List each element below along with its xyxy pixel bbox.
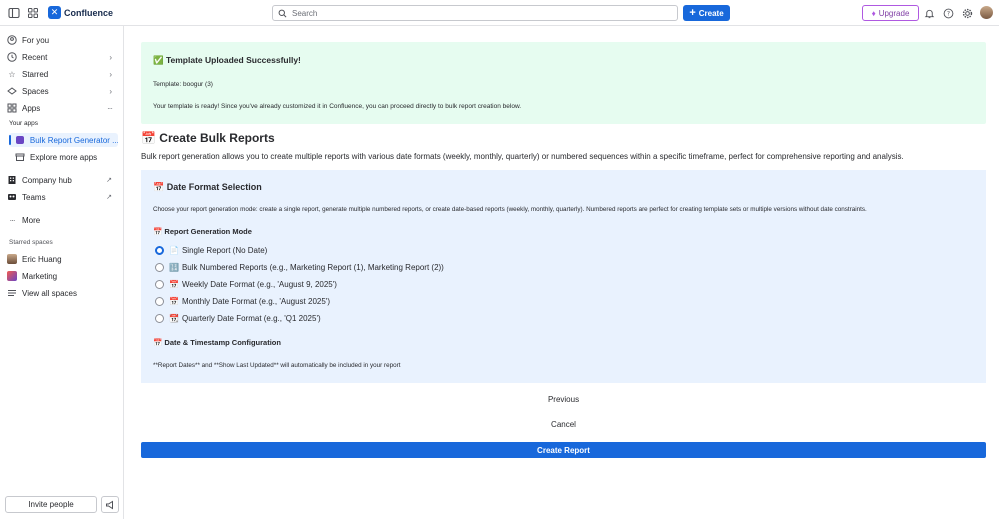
create-bulk-reports-description: Bulk report generation allows you to cre… [141,152,904,161]
app-switcher-icon[interactable] [26,6,40,20]
external-link-icon: ↗ [106,177,112,184]
sidebar-item-explore-apps[interactable]: Explore more apps [15,150,118,164]
success-message: Your template is ready! Since you've alr… [153,103,522,110]
teams-icon [7,192,17,202]
starred-spaces-heading: Starred spaces [9,239,53,246]
sidebar-toggle-icon[interactable] [7,6,21,20]
more-options-icon[interactable]: ··· [107,104,113,113]
external-link-icon: ↗ [106,194,112,201]
radio-button[interactable] [155,297,164,306]
settings-gear-icon[interactable] [960,6,974,20]
date-format-heading: 📅 Date Format Selection [153,182,262,192]
sidebar: For you Recent › ☆ Starred › Spaces › Ap… [0,26,124,519]
previous-button[interactable]: Previous [141,395,986,404]
person-circle-icon [7,35,17,45]
success-title: ✅ Template Uploaded Successfully! [153,55,301,65]
search-icon [278,9,287,17]
radio-button[interactable] [155,246,164,255]
mode-option-weekly[interactable]: 📅 Weekly Date Format (e.g., 'August 9, 2… [155,280,337,289]
sidebar-space-eric-huang[interactable]: Eric Huang [7,252,118,266]
mode-option-single-report[interactable]: 📄 Single Report (No Date) [155,246,267,255]
date-timestamp-heading: 📅 Date & Timestamp Configuration [153,338,281,347]
search-box[interactable] [272,5,678,21]
more-dots-icon: ··· [9,215,16,225]
plus-icon: + [689,6,696,19]
invite-people-button[interactable]: Invite people [5,496,97,513]
sidebar-item-recent[interactable]: Recent › [7,50,118,64]
sidebar-item-view-all-spaces[interactable]: View all spaces [7,286,118,300]
date-format-description: Choose your report generation mode: crea… [153,206,867,213]
report-generation-mode-heading: 📅 Report Generation Mode [153,227,252,236]
create-report-button[interactable]: Create Report [141,442,986,458]
template-upload-success-banner: ✅ Template Uploaded Successfully! Templa… [141,42,986,124]
help-icon[interactable]: ? [941,6,955,20]
apps-grid-icon [7,103,17,113]
cancel-button[interactable]: Cancel [141,420,986,429]
app-name[interactable]: Confluence [64,8,113,18]
sidebar-item-starred[interactable]: ☆ Starred › [7,67,118,81]
notifications-bell-icon[interactable] [922,6,936,20]
sidebar-item-spaces[interactable]: Spaces › [7,84,118,98]
list-icon [7,288,17,298]
sidebar-item-more[interactable]: ··· More [7,213,118,227]
radio-button[interactable] [155,314,164,323]
svg-text:?: ? [946,10,949,17]
search-input[interactable] [292,8,652,18]
chevron-right-icon[interactable]: › [109,70,112,79]
sidebar-item-apps[interactable]: Apps ··· [7,101,118,115]
mode-option-monthly[interactable]: 📅 Monthly Date Format (e.g., 'August 202… [155,297,330,306]
radio-button[interactable] [155,280,164,289]
template-name: Template: boogur (3) [153,81,213,88]
confluence-logo-icon[interactable]: ✕ [48,6,61,19]
sidebar-item-bulk-report-generator[interactable]: Bulk Report Generator ... [9,133,118,147]
top-navigation-bar: ✕ Confluence + Create ♦ Upgrade ? [0,0,999,26]
your-apps-heading: Your apps [9,120,39,127]
upgrade-button[interactable]: ♦ Upgrade [862,5,919,21]
marketing-space-icon [7,271,17,281]
mode-option-quarterly[interactable]: 📆 Quarterly Date Format (e.g., 'Q1 2025'… [155,314,321,323]
radio-button[interactable] [155,263,164,272]
chevron-right-icon[interactable]: › [109,87,112,96]
clock-icon [7,52,17,62]
star-icon: ☆ [8,69,16,79]
app-icon [15,135,25,145]
gem-icon: ♦ [871,8,876,18]
feedback-megaphone-icon[interactable] [101,496,119,513]
building-icon [7,175,17,185]
create-button[interactable]: + Create [683,5,730,21]
sidebar-item-teams[interactable]: Teams ↗ [7,190,118,204]
mode-option-bulk-numbered[interactable]: 🔢 Bulk Numbered Reports (e.g., Marketing… [155,263,444,272]
date-timestamp-description: **Report Dates** and **Show Last Updated… [153,362,401,369]
store-icon [15,152,25,162]
user-avatar[interactable] [980,6,993,19]
sidebar-space-marketing[interactable]: Marketing [7,269,118,283]
chevron-right-icon[interactable]: › [109,53,112,62]
date-format-selection-panel: 📅 Date Format Selection Choose your repo… [141,170,986,383]
sidebar-item-for-you[interactable]: For you [7,33,118,47]
eric-huang-avatar [7,254,17,264]
sidebar-item-company-hub[interactable]: Company hub ↗ [7,173,118,187]
create-bulk-reports-heading: 📅 Create Bulk Reports [141,131,275,145]
spaces-icon [7,86,17,96]
